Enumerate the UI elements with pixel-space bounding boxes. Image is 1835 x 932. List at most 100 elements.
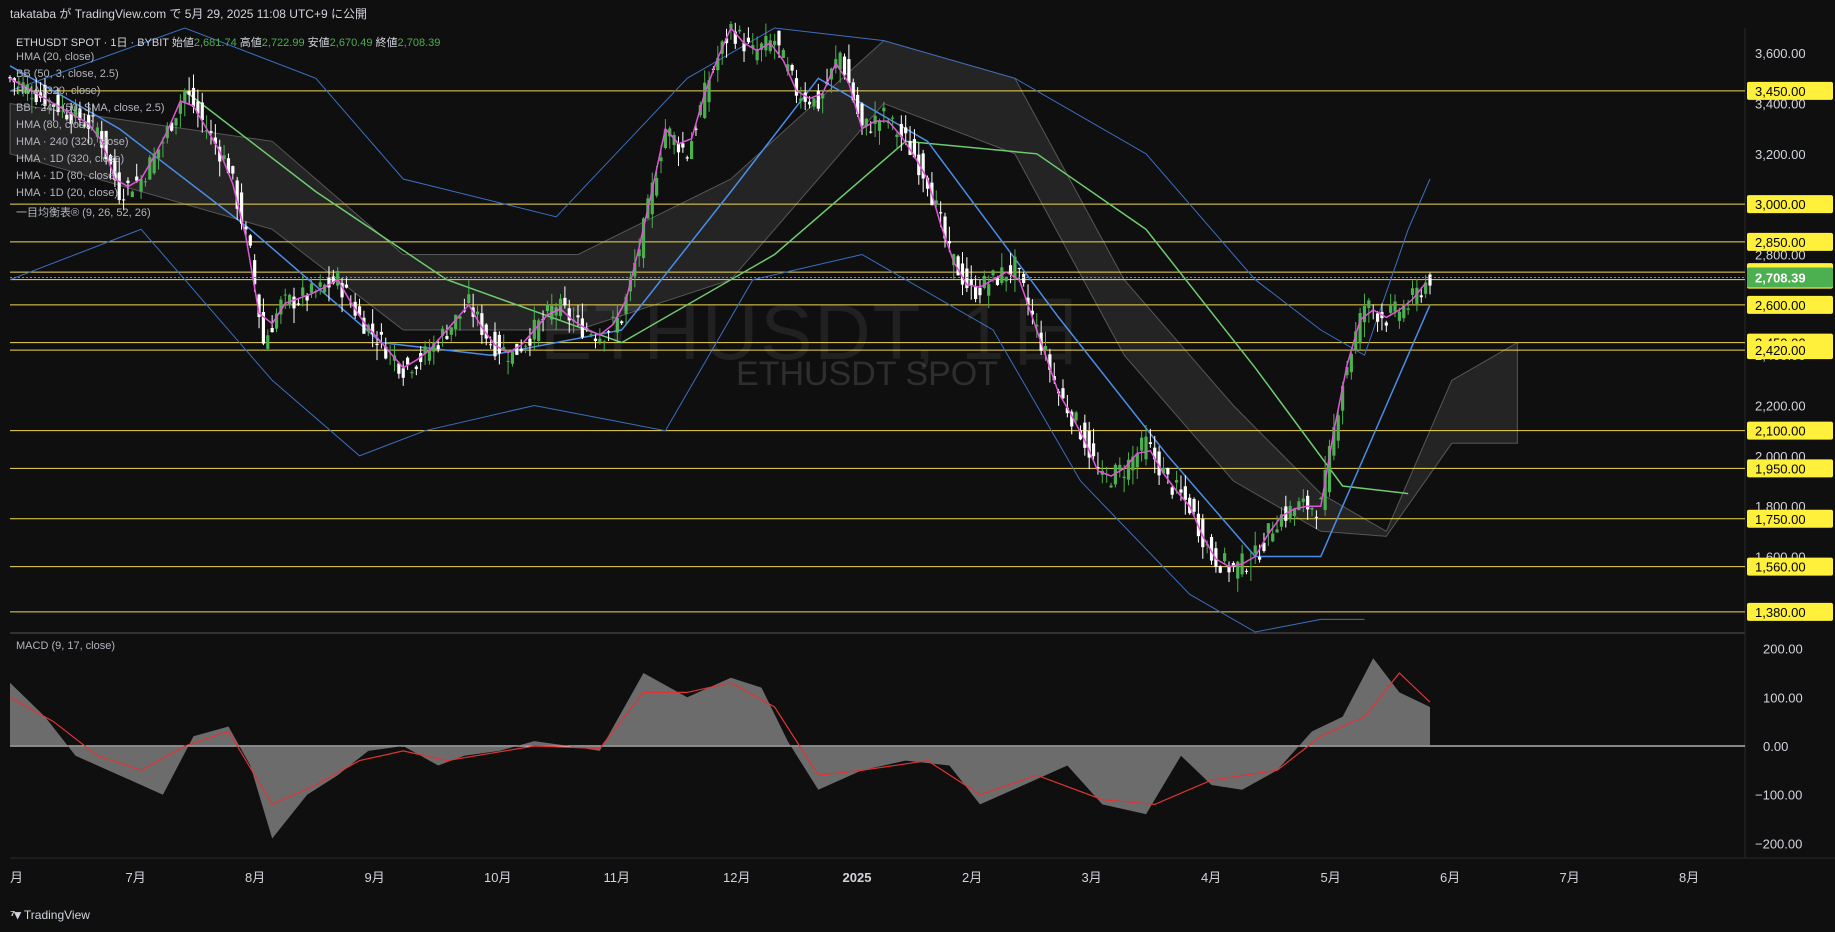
time-axis-tick: 月 [10, 870, 23, 885]
high-label: 高値 [239, 37, 262, 49]
candle-body [1074, 412, 1078, 421]
candle-body [1419, 295, 1423, 298]
candle-body [1192, 498, 1196, 512]
candle-body [117, 172, 121, 201]
candle-body [1397, 311, 1402, 321]
price-level-tag-label: 3,450.00 [1755, 84, 1806, 99]
ohlc-legend: ETHUSDT SPOT · 1日 · BYBIT 始値2,681.74 高値2… [16, 34, 440, 50]
tv-logo-icon: ⁷▾ [10, 907, 21, 922]
price-level-tag-label: 2,850.00 [1755, 235, 1806, 250]
candle-body [270, 327, 274, 333]
time-axis-tick: 8月 [245, 870, 265, 885]
price-level-tag-label: 1,380.00 [1755, 605, 1806, 620]
close-label: 終値 [375, 37, 398, 49]
candle-body [126, 180, 130, 183]
candle-body [1244, 570, 1249, 572]
candle-body [1301, 498, 1305, 502]
candle-body [30, 98, 34, 100]
candle-body [410, 372, 414, 374]
candle-body [1183, 486, 1187, 500]
candle-body [449, 327, 453, 335]
symbol-subwatermark: ETHUSDT SPOT [736, 355, 998, 393]
indicator-legend-4[interactable]: HMA (80, close) [16, 119, 94, 131]
tradingview-logo[interactable]: ⁷▾ TradingView [10, 907, 90, 923]
candle-body [143, 181, 148, 183]
candle-body [1223, 553, 1227, 562]
indicator-legend-5[interactable]: HMA · 240 (320, close) [16, 136, 129, 148]
candle-body [427, 350, 432, 361]
candle-body [375, 343, 379, 346]
indicator-legend-9[interactable]: 一目均衡表® (9, 26, 52, 26) [16, 204, 151, 220]
indicator-legend-0[interactable]: HMA (20, close) [16, 51, 94, 63]
candle-body [1091, 443, 1096, 457]
candle-body [1109, 485, 1113, 488]
candle-body [1122, 476, 1126, 479]
candle-body [122, 199, 126, 201]
candle-body [1428, 274, 1432, 286]
candle-body [187, 90, 191, 95]
candle-body [659, 157, 663, 162]
price-level-tag-label: 2,100.00 [1755, 424, 1806, 439]
candle-body [1258, 556, 1262, 560]
candle-body [301, 287, 305, 296]
indicator-legend-2[interactable]: HMA (320, close) [16, 85, 100, 97]
candle-body [401, 368, 405, 378]
time-axis-tick: 12月 [723, 870, 750, 885]
candle-body [1362, 305, 1367, 323]
candle-body [703, 82, 707, 118]
last-price-tag-label: 2,708.39 [1755, 271, 1806, 286]
candle-body [777, 30, 781, 46]
indicator-legend-8[interactable]: HMA · 1D (20, close) [16, 187, 118, 199]
candle-body [895, 134, 899, 138]
candle-body [890, 117, 895, 119]
candle-body [1218, 565, 1222, 573]
price-level-tag-label: 1,750.00 [1755, 512, 1806, 527]
indicator-legend-7[interactable]: HMA · 1D (80, close) [16, 170, 118, 182]
time-axis-tick: 7月 [126, 870, 146, 885]
candle-body [1389, 305, 1393, 313]
candle-body [523, 345, 528, 347]
macd-legend[interactable]: MACD (9, 17, close) [16, 640, 115, 652]
candle-body [506, 360, 510, 362]
candle-body [1253, 545, 1257, 554]
candle-body [1179, 489, 1183, 493]
candle-body [681, 143, 685, 148]
symbol-line[interactable]: ETHUSDT SPOT · 1日 · BYBIT [16, 37, 169, 49]
indicator-legend-1[interactable]: BB (50, 3, close, 2.5) [16, 68, 119, 80]
candle-body [947, 241, 951, 244]
candle-body [336, 270, 340, 286]
candle-body [773, 40, 777, 46]
chart-canvas[interactable]: 3,600.003,400.003,200.003,000.002,800.00… [0, 0, 1835, 932]
time-axis-tick: 7月 [1560, 870, 1580, 885]
candle-body [655, 178, 659, 196]
price-axis-tick: 3,600.00 [1755, 46, 1806, 61]
candle-body [528, 338, 532, 346]
candle-body [1310, 507, 1314, 510]
candle-body [812, 98, 816, 107]
candle-body [842, 56, 847, 75]
candle-body [1148, 442, 1152, 445]
price-level-tag-label: 1,560.00 [1755, 560, 1806, 575]
candle-body [139, 179, 143, 192]
price-level-tag-label: 2,600.00 [1755, 298, 1806, 313]
open-label: 始値 [171, 37, 194, 49]
indicator-legend-3[interactable]: BB · 240 (50, SMA, close, 2.5) [16, 102, 165, 114]
candle-body [91, 115, 95, 117]
price-level-tag-label: 3,000.00 [1755, 197, 1806, 212]
candle-body [292, 296, 296, 309]
candle-body [1249, 566, 1253, 568]
candle-body [869, 131, 873, 133]
candle-body [807, 101, 812, 105]
time-axis-tick: 8月 [1679, 870, 1699, 885]
candle-body [1314, 516, 1318, 518]
candle-body [1140, 437, 1144, 451]
time-axis-tick: 9月 [365, 870, 385, 885]
candle-body [1271, 533, 1275, 542]
macd-axis-tick: 100.00 [1763, 690, 1803, 705]
candle-body [781, 49, 785, 58]
candle-body [231, 166, 235, 174]
candle-body [309, 283, 314, 293]
price-axis-tick: 3,200.00 [1755, 147, 1806, 162]
candle-body [904, 127, 908, 134]
indicator-legend-6[interactable]: HMA · 1D (320, close) [16, 153, 124, 165]
